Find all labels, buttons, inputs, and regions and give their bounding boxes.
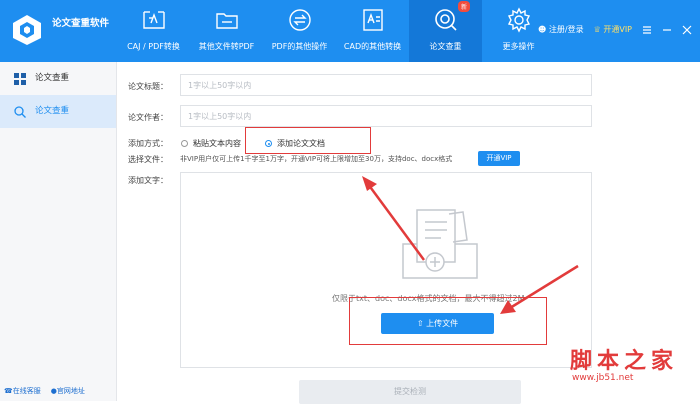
sidebar: 论文查重 论文查重 ☎在线客服 ●官网地址 — [0, 62, 117, 401]
title-input[interactable] — [181, 75, 591, 95]
close-icon[interactable] — [682, 25, 692, 35]
vip-label: 开通VIP — [603, 25, 632, 34]
radio-paste-label: 粘贴文本内容 — [193, 139, 241, 148]
submit-check-button[interactable]: 提交检测 — [299, 380, 521, 404]
app-title: 论文查重软件 — [52, 18, 110, 29]
online-service-link[interactable]: ☎在线客服 — [4, 386, 41, 396]
website-link[interactable]: ●官网地址 — [51, 386, 85, 396]
author-label: 论文作者： — [128, 113, 168, 122]
radio-paste-text[interactable]: 粘贴文本内容 — [181, 138, 241, 149]
search-icon — [14, 106, 26, 118]
nav-label: PDF的其他操作 — [271, 42, 328, 51]
pdf-exchange-icon — [288, 9, 311, 31]
sidebar-item-label: 论文查重 — [35, 106, 70, 116]
top-bar: 论文查重软件 CAJ / PDF转换 其他文件转PDF PDF的其他操作 CAD… — [0, 0, 700, 62]
annotation-box-upload-option — [245, 127, 371, 154]
menu-icon[interactable] — [642, 25, 652, 35]
sidebar-item-thesis-check[interactable]: 论文查重 — [0, 62, 116, 95]
nav-label: 其他文件转PDF — [198, 42, 255, 51]
new-badge: 新 — [457, 1, 470, 12]
title-label: 论文标题： — [128, 82, 168, 91]
grid-icon — [14, 73, 26, 85]
caj-pdf-convert-icon — [142, 11, 165, 29]
gear-icon — [507, 7, 530, 33]
crown-icon: ♕ — [593, 25, 601, 34]
login-link[interactable]: ☻ 注册/登录 — [538, 24, 584, 35]
author-input[interactable] — [181, 106, 591, 126]
nav-label: CAD的其他转换 — [343, 42, 402, 51]
file-note: 非VIP用户仅可上传1千字至1万字，开通VIP可将上限增加至30万，支持doc、… — [180, 155, 453, 163]
nav-pdf-other[interactable]: PDF的其他操作 — [263, 0, 336, 62]
upload-document-illustration — [402, 209, 478, 279]
nav-other-to-pdf[interactable]: 其他文件转PDF — [190, 0, 263, 62]
nav-cad-convert[interactable]: CAD的其他转换 — [336, 0, 409, 62]
thesis-check-icon — [434, 9, 457, 31]
radio-dot — [181, 140, 188, 147]
file-label: 选择文件： — [128, 155, 168, 164]
nav-thesis-check[interactable]: 新 论文查重 — [409, 0, 482, 62]
text-label: 添加文字： — [128, 176, 168, 185]
app-logo — [13, 15, 41, 45]
headset-icon: ☎ — [4, 387, 13, 395]
watermark-url: www.jb51.net — [572, 373, 634, 383]
minimize-icon[interactable] — [662, 25, 672, 35]
method-label: 添加方式： — [128, 139, 168, 148]
header-actions: ☻ 注册/登录 ♕ 开通VIP — [538, 24, 692, 35]
website-label: 官网地址 — [56, 387, 85, 395]
user-icon: ☻ — [538, 25, 547, 34]
sidebar-item-thesis-check-active[interactable]: 论文查重 — [0, 95, 116, 128]
cad-icon — [362, 9, 383, 31]
nav-caj-pdf[interactable]: CAJ / PDF转换 — [117, 0, 190, 62]
vip-link[interactable]: ♕ 开通VIP — [594, 24, 632, 35]
online-service-label: 在线客服 — [12, 387, 41, 395]
login-label: 注册/登录 — [548, 25, 584, 34]
sidebar-footer: ☎在线客服 ●官网地址 — [4, 386, 85, 396]
open-vip-button[interactable]: 开通VIP — [478, 151, 520, 166]
nav-label: 更多操作 — [502, 42, 535, 51]
folder-icon — [215, 13, 238, 29]
annotation-box-upload-button — [349, 297, 547, 345]
title-field[interactable] — [180, 74, 592, 96]
watermark-logo: 脚本之家 — [570, 349, 679, 374]
nav-label: CAJ / PDF转换 — [127, 42, 180, 51]
sidebar-item-label: 论文查重 — [35, 73, 70, 83]
main-nav: CAJ / PDF转换 其他文件转PDF PDF的其他操作 CAD的其他转换 新 — [117, 0, 555, 62]
nav-label: 论文查重 — [429, 42, 462, 51]
author-field[interactable] — [180, 105, 592, 127]
